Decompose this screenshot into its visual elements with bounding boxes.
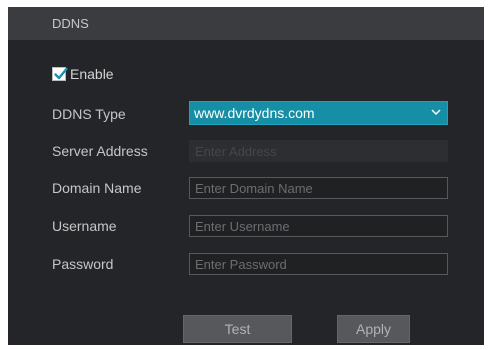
username-label: Username [52,218,117,234]
panel-header: DDNS [8,7,484,40]
enable-checkbox[interactable] [52,67,68,81]
username-input[interactable] [189,215,448,237]
panel-title: DDNS [52,16,89,31]
chevron-down-icon [431,109,441,116]
checkmark-icon [54,67,68,80]
apply-button[interactable]: Apply [337,315,410,343]
ddns-type-label: DDNS Type [52,106,126,122]
enable-label[interactable]: Enable [70,66,114,82]
server-address-input [189,140,448,162]
ddns-type-select[interactable]: www.dvrdydns.com [189,101,448,125]
test-button[interactable]: Test [183,315,292,343]
domain-name-input[interactable] [189,177,448,199]
domain-name-label: Domain Name [52,180,142,196]
password-label: Password [52,256,114,272]
ddns-type-value: www.dvrdydns.com [194,105,315,121]
ddns-settings-panel: DDNS Enable DDNS Type www.dvrdydns.com S… [8,7,484,345]
server-address-label: Server Address [52,143,148,159]
password-input[interactable] [189,253,448,275]
